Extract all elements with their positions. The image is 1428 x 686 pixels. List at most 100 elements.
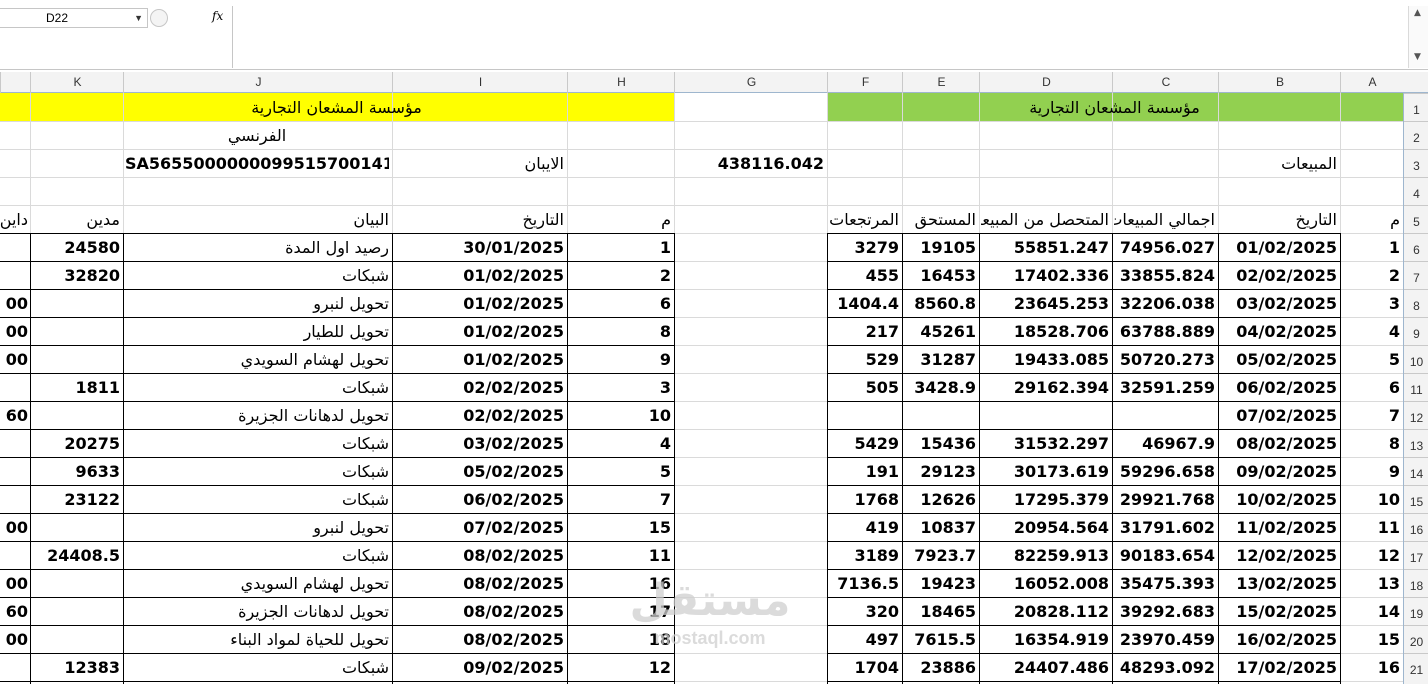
sales-cell[interactable]: 15/02/2025 (1220, 597, 1337, 625)
ledger-cell[interactable]: تحويل لهشام السويدي (125, 569, 389, 597)
ledger-cell[interactable] (32, 345, 120, 373)
sales-cell[interactable]: 419 (829, 513, 899, 541)
sales-cell[interactable]: 3279 (829, 233, 899, 261)
sales-cell[interactable]: 16/02/2025 (1220, 625, 1337, 653)
sales-cell[interactable] (1114, 401, 1215, 429)
sales-cell[interactable]: 33855.824 (1114, 261, 1215, 289)
sales-cell[interactable]: 46967.9 (1114, 429, 1215, 457)
ledger-cell[interactable] (32, 513, 120, 541)
row-header-1[interactable]: 1 (1404, 93, 1428, 122)
row-header-17[interactable]: 17 (1404, 541, 1428, 570)
ledger-cell[interactable]: 02/02/2025 (394, 373, 564, 401)
row-header-4[interactable]: 4 (1404, 177, 1428, 206)
sales-cell[interactable]: 01/02/2025 (1220, 233, 1337, 261)
ledger-cell[interactable]: تحويل لنبرو (125, 513, 389, 541)
ledger-cell[interactable]: تحويل للطيار (125, 317, 389, 345)
sales-cell[interactable]: 19423 (904, 569, 976, 597)
ledger-cell[interactable]: 9633 (32, 457, 120, 485)
sales-cell[interactable]: 19433.085 (981, 345, 1109, 373)
sales-cell[interactable]: 16052.008 (981, 569, 1109, 597)
sales-cell[interactable]: 55851.247 (981, 233, 1109, 261)
ledger-cell[interactable]: شبكات (125, 261, 389, 289)
ledger-cell[interactable]: 02/02/2025 (394, 401, 564, 429)
sales-cell[interactable]: 31287 (904, 345, 976, 373)
sales-cell[interactable]: 320 (829, 597, 899, 625)
sales-total[interactable]: 438116.042 (676, 149, 824, 177)
sales-cell[interactable]: 1768 (829, 485, 899, 513)
row-header-16[interactable]: 16 (1404, 513, 1428, 542)
sales-cell[interactable]: 18465 (904, 597, 976, 625)
sales-cell[interactable]: 45261 (904, 317, 976, 345)
ledger-cell[interactable]: 9 (569, 345, 671, 373)
sales-header-d[interactable]: المتحصل من المبيعات (981, 205, 1109, 233)
row-header-15[interactable]: 15 (1404, 485, 1428, 514)
sales-cell[interactable]: 03/02/2025 (1220, 289, 1337, 317)
ledger-cell[interactable]: 4 (569, 429, 671, 457)
sales-cell[interactable]: 32591.259 (1114, 373, 1215, 401)
ledger-cell[interactable]: 10 (569, 401, 671, 429)
row-header-9[interactable]: 9 (1404, 317, 1428, 346)
sales-cell[interactable]: 17295.379 (981, 485, 1109, 513)
sales-cell[interactable]: 15436 (904, 429, 976, 457)
ledger-cell[interactable]: 08/02/2025 (394, 541, 564, 569)
row-header-19[interactable]: 19 (1404, 597, 1428, 626)
sales-cell[interactable]: 90183.654 (1114, 541, 1215, 569)
sales-cell[interactable]: 20828.112 (981, 597, 1109, 625)
ledger-header-j[interactable]: البيان (125, 205, 389, 233)
ledger-cell[interactable]: 01/02/2025 (394, 261, 564, 289)
row-header-3[interactable]: 3 (1404, 149, 1428, 178)
ledger-cell[interactable]: 30/01/2025 (394, 233, 564, 261)
sales-cell[interactable]: 4 (1342, 317, 1400, 345)
row-header-7[interactable]: 7 (1404, 261, 1428, 290)
sales-cell[interactable]: 17402.336 (981, 261, 1109, 289)
sales-cell[interactable]: 3189 (829, 541, 899, 569)
ledger-cell[interactable]: 6 (569, 289, 671, 317)
sales-cell[interactable]: 6 (1342, 373, 1400, 401)
sales-cell[interactable]: 31532.297 (981, 429, 1109, 457)
ledger-cell[interactable]: 23122 (32, 485, 120, 513)
sales-cell[interactable]: 529 (829, 345, 899, 373)
ledger-cell[interactable] (32, 289, 120, 317)
sales-cell[interactable]: 16453 (904, 261, 976, 289)
sales-cell[interactable]: 7 (1342, 401, 1400, 429)
ledger-cell[interactable]: 3 (569, 373, 671, 401)
sales-cell[interactable] (904, 401, 976, 429)
row-header-18[interactable]: 18 (1404, 569, 1428, 598)
sales-cell[interactable]: 04/02/2025 (1220, 317, 1337, 345)
row-header-5[interactable]: 5 (1404, 205, 1428, 234)
ledger-cell[interactable]: 09/02/2025 (394, 653, 564, 681)
sales-cell[interactable]: 06/02/2025 (1220, 373, 1337, 401)
sales-cell[interactable]: 1704 (829, 653, 899, 681)
ledger-cell[interactable]: شبكات (125, 485, 389, 513)
sales-cell[interactable]: 217 (829, 317, 899, 345)
row-header-8[interactable]: 8 (1404, 289, 1428, 318)
ledger-cell[interactable]: شبكات (125, 373, 389, 401)
sales-cell[interactable]: 16354.919 (981, 625, 1109, 653)
ledger-cell[interactable] (32, 597, 120, 625)
ledger-cell[interactable]: 01/02/2025 (394, 289, 564, 317)
sales-cell[interactable]: 59296.658 (1114, 457, 1215, 485)
sales-cell[interactable]: 7615.5 (904, 625, 976, 653)
ledger-cell[interactable]: 08/02/2025 (394, 597, 564, 625)
scroll-up-icon[interactable]: ▲ (1414, 8, 1421, 18)
ledger-cell[interactable] (32, 401, 120, 429)
ledger-cell[interactable]: 11 (569, 541, 671, 569)
sales-cell[interactable]: 1 (1342, 233, 1400, 261)
sales-header-a[interactable]: م (1342, 205, 1400, 233)
ledger-cell[interactable]: 12383 (32, 653, 120, 681)
sales-cell[interactable]: 05/02/2025 (1220, 345, 1337, 373)
iban-label[interactable]: الايبان (394, 149, 564, 177)
sales-cell[interactable]: 10837 (904, 513, 976, 541)
ledger-cell[interactable]: 2 (569, 261, 671, 289)
sales-cell[interactable]: 50720.273 (1114, 345, 1215, 373)
row-header-20[interactable]: 20 (1404, 625, 1428, 654)
iban-value[interactable]: SA5655000000099515700141 (125, 149, 389, 177)
sales-cell[interactable]: 23886 (904, 653, 976, 681)
ledger-cell[interactable]: 20275 (32, 429, 120, 457)
sales-cell[interactable]: 30173.619 (981, 457, 1109, 485)
ledger-cell[interactable]: 1811 (32, 373, 120, 401)
sales-cell[interactable]: 15 (1342, 625, 1400, 653)
ledger-cell[interactable]: 05/02/2025 (394, 457, 564, 485)
ledger-cell[interactable]: تحويل لدهانات الجزيرة (125, 597, 389, 625)
ledger-cell[interactable]: 24580 (32, 233, 120, 261)
